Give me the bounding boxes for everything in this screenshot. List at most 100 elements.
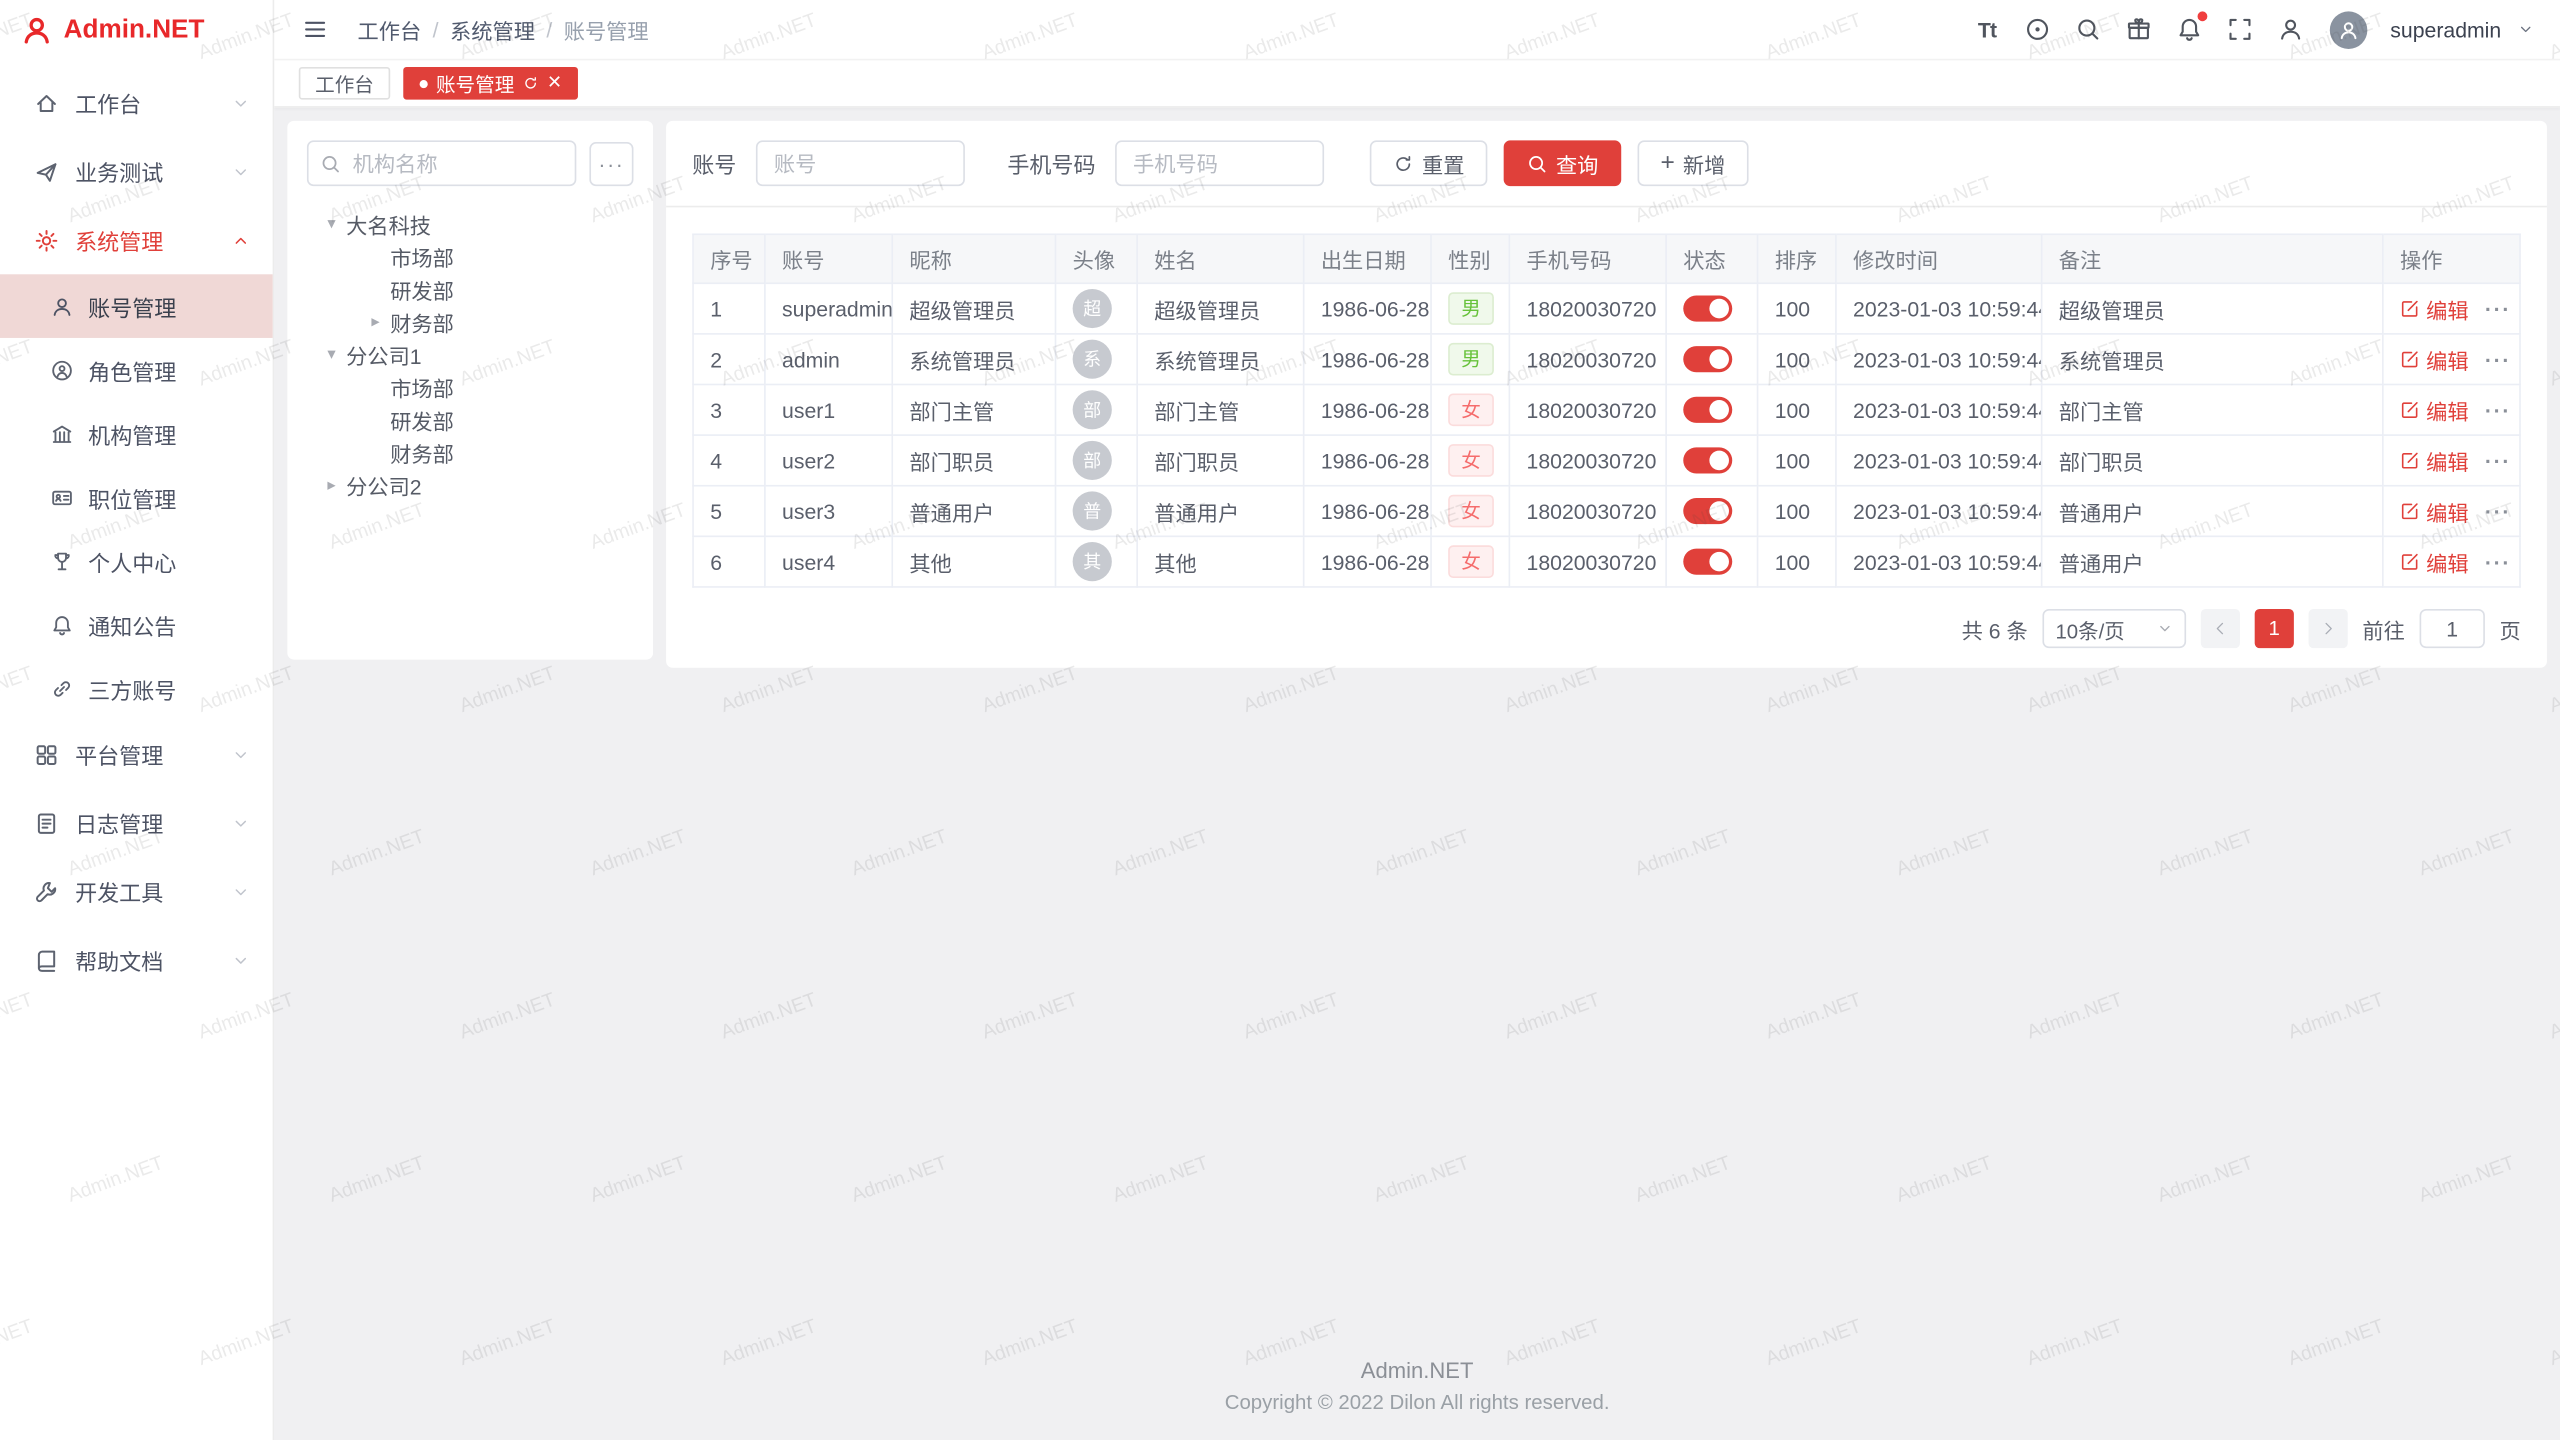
account-filter-label: 账号 [692, 147, 736, 180]
caret-down-icon[interactable]: ▾ [322, 215, 342, 233]
search-button[interactable] [2069, 10, 2108, 49]
theme-button[interactable] [2018, 10, 2057, 49]
role-icon [51, 358, 74, 381]
column-header: 操作 [2383, 234, 2520, 283]
breadcrumb-item[interactable]: 工作台 [358, 14, 422, 45]
breadcrumb-item[interactable]: 系统管理 [450, 14, 535, 45]
edit-icon [2400, 299, 2420, 319]
username-label[interactable]: superadmin [2390, 17, 2501, 41]
breadcrumb: 工作台 / 系统管理 / 账号管理 [358, 14, 649, 45]
caret-right-icon[interactable]: ▸ [366, 313, 386, 331]
refresh-icon[interactable] [522, 75, 538, 91]
page-size-select[interactable]: 10条/页 [2042, 609, 2186, 648]
tree-node[interactable]: 财务部 [307, 436, 634, 469]
status-toggle[interactable] [1683, 448, 1732, 474]
cell-name: 其他 [1137, 536, 1304, 587]
more-button[interactable]: ··· [2485, 499, 2511, 523]
reset-button[interactable]: 重置 [1370, 140, 1488, 186]
tab-account-management[interactable]: 账号管理 ✕ [403, 67, 578, 100]
more-button[interactable]: ··· [2485, 398, 2511, 422]
cell-birthdate: 1986-06-28 [1304, 435, 1431, 486]
edit-label: 编辑 [2426, 293, 2468, 324]
sidebar-item-org-management[interactable]: 机构管理 [0, 402, 273, 466]
edit-button[interactable]: 编辑 [2400, 496, 2469, 527]
avatar: 其 [1073, 542, 1112, 581]
tree-node[interactable]: 市场部 [307, 371, 634, 404]
account-table-panel: 账号 手机号码 重置 查询 + [666, 121, 2547, 668]
next-page-button[interactable] [2309, 609, 2348, 648]
font-size-button[interactable]: Tt [1967, 10, 2006, 49]
logo[interactable]: Admin.NET [0, 0, 273, 60]
filter-bar: 账号 手机号码 重置 查询 + [692, 140, 2521, 186]
more-button[interactable]: ··· [2485, 347, 2511, 371]
status-toggle[interactable] [1683, 397, 1732, 423]
sidebar-item-platform-management[interactable]: 平台管理 [0, 720, 273, 789]
tree-node[interactable]: 市场部 [307, 240, 634, 273]
status-toggle[interactable] [1683, 296, 1732, 322]
account-filter-input[interactable] [756, 140, 965, 186]
profile-button[interactable] [2271, 10, 2310, 49]
cell-index: 6 [693, 536, 765, 587]
tree-node[interactable]: ▸分公司2 [307, 469, 634, 502]
sidebar-item-help-docs[interactable]: 帮助文档 [0, 926, 273, 995]
user-avatar[interactable] [2330, 11, 2368, 49]
sidebar-item-third-party-account[interactable]: 三方账号 [0, 656, 273, 720]
more-button[interactable]: ··· [2485, 448, 2511, 472]
sidebar-item-business-test[interactable]: 业务测试 [0, 137, 273, 206]
close-icon[interactable]: ✕ [547, 74, 562, 92]
cell-remark: 系统管理员 [2042, 334, 2383, 385]
tree-node[interactable]: 研发部 [307, 403, 634, 436]
tree-node[interactable]: ▾大名科技 [307, 207, 634, 240]
menu-collapse-button[interactable] [299, 13, 332, 46]
edit-button[interactable]: 编辑 [2400, 445, 2469, 476]
sidebar-item-label: 机构管理 [88, 417, 176, 450]
gender-tag: 女 [1448, 545, 1494, 578]
chevron-down-icon[interactable] [2518, 21, 2534, 37]
sidebar-item-dev-tools[interactable]: 开发工具 [0, 857, 273, 926]
logo-text: Admin.NET [64, 16, 205, 45]
status-toggle[interactable] [1683, 347, 1732, 373]
sidebar-item-system-management[interactable]: 系统管理 [0, 206, 273, 275]
query-button[interactable]: 查询 [1504, 140, 1622, 186]
table-row: 1 superadmin 超级管理员 超 超级管理员 1986-06-28 男 … [693, 283, 2520, 334]
sidebar-item-role-management[interactable]: 角色管理 [0, 338, 273, 402]
edit-button[interactable]: 编辑 [2400, 344, 2469, 375]
table-row: 4 user2 部门职员 部 部门职员 1986-06-28 女 1802003… [693, 435, 2520, 486]
edit-button[interactable]: 编辑 [2400, 293, 2469, 324]
fullscreen-button[interactable] [2221, 10, 2260, 49]
add-button[interactable]: + 新增 [1638, 140, 1749, 186]
sidebar-item-position-management[interactable]: 职位管理 [0, 465, 273, 529]
tab-workbench[interactable]: 工作台 [299, 67, 390, 100]
caret-down-icon[interactable]: ▾ [322, 345, 342, 363]
sidebar-item-personal-center[interactable]: 个人中心 [0, 529, 273, 593]
edit-button[interactable]: 编辑 [2400, 546, 2469, 577]
query-label: 查询 [1556, 148, 1598, 179]
tree-node[interactable]: 研发部 [307, 273, 634, 306]
phone-filter-input[interactable] [1115, 140, 1324, 186]
tree-node-label: 市场部 [390, 371, 454, 402]
tree-node[interactable]: ▸财务部 [307, 305, 634, 338]
sidebar-item-notice[interactable]: 通知公告 [0, 593, 273, 657]
sidebar-item-log-management[interactable]: 日志管理 [0, 789, 273, 858]
org-more-button[interactable]: ··· [589, 141, 633, 185]
status-toggle[interactable] [1683, 498, 1732, 524]
tree-node[interactable]: ▾分公司1 [307, 338, 634, 371]
more-button[interactable]: ··· [2485, 549, 2511, 573]
system-submenu: 账号管理 角色管理 机构管理 职位管理 个人中心 [0, 274, 273, 720]
gift-button[interactable] [2119, 10, 2158, 49]
sidebar-item-workbench[interactable]: 工作台 [0, 69, 273, 138]
sidebar-item-account-management[interactable]: 账号管理 [0, 274, 273, 338]
prev-page-button[interactable] [2201, 609, 2240, 648]
column-header: 备注 [2042, 234, 2383, 283]
pagination: 共 6 条 10条/页 1 前往 页 [692, 609, 2521, 648]
goto-page-input[interactable] [2420, 609, 2485, 648]
chevron-down-icon [232, 162, 250, 180]
edit-button[interactable]: 编辑 [2400, 394, 2469, 425]
notifications-button[interactable] [2170, 10, 2209, 49]
page-number-button[interactable]: 1 [2255, 609, 2294, 648]
more-button[interactable]: ··· [2485, 296, 2511, 320]
org-search-input[interactable] [307, 140, 576, 186]
status-toggle[interactable] [1683, 549, 1732, 575]
home-icon [34, 91, 58, 115]
caret-right-icon[interactable]: ▸ [322, 476, 342, 494]
